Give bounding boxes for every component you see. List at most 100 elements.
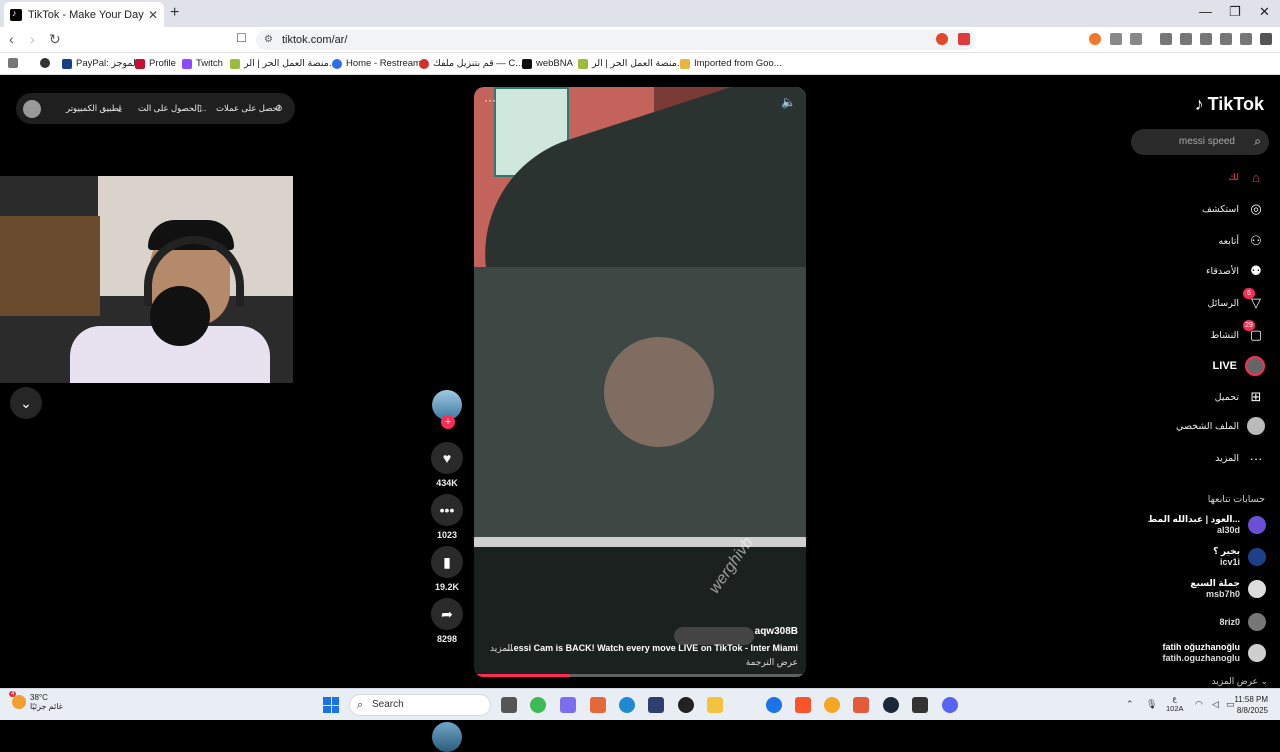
browser-tab[interactable]: TikTok - Make Your Day ✕ — [4, 2, 164, 27]
options-icon[interactable]: ··· — [484, 93, 496, 107]
leo-icon[interactable] — [1220, 33, 1232, 45]
bookmark-download[interactable]: قم بتنزيل ملفك — C... — [419, 58, 523, 69]
search-icon[interactable]: ⌕ — [1254, 134, 1261, 149]
wallet-icon[interactable] — [1200, 33, 1212, 45]
bookmark-imported-folder[interactable]: Imported from Goo... — [680, 58, 782, 69]
media-icon[interactable] — [1160, 33, 1172, 45]
puzzle-icon[interactable] — [1110, 33, 1122, 45]
brave-shield-icon[interactable] — [936, 33, 948, 45]
nav-explore[interactable]: استكشف ◎ — [1202, 198, 1265, 220]
app-icon[interactable] — [853, 697, 869, 713]
desktop-app-link[interactable]: تطبيق الكمبيوتر — [66, 103, 121, 114]
bookmark-freelance-2[interactable]: منصة العمل الحر | الر... — [578, 58, 685, 69]
like-button[interactable]: ♥ 434K — [431, 442, 463, 488]
app-icon[interactable] — [824, 697, 840, 713]
chrome-icon[interactable] — [530, 697, 546, 713]
close-window-icon[interactable]: ✕ — [1259, 4, 1270, 20]
apps-icon[interactable] — [8, 58, 18, 68]
language-indicator[interactable]: ع 102A — [1166, 694, 1184, 714]
bookmark-icon[interactable]: ☐ — [236, 31, 247, 45]
brave-icon[interactable] — [795, 697, 811, 713]
search-input[interactable]: messi speed ⌕ — [1131, 129, 1269, 155]
volume-icon[interactable]: 🔈 — [781, 95, 796, 109]
nav-for-you[interactable]: لك ⌂ — [1228, 166, 1265, 188]
follow-plus-icon[interactable]: + — [441, 415, 455, 429]
volume-icon[interactable]: ◁ — [1212, 699, 1219, 710]
vpn-icon[interactable] — [1240, 33, 1252, 45]
nav-messages[interactable]: الرسائل ▽ 6 — [1208, 288, 1265, 314]
extension-icon[interactable] — [1089, 33, 1101, 45]
store-icon[interactable] — [648, 697, 664, 713]
bookmark-webbna[interactable]: webBNA — [522, 58, 573, 69]
sidebar-icon[interactable] — [1180, 33, 1192, 45]
microphone-icon[interactable]: 🎙 — [1146, 699, 1157, 710]
edge-icon[interactable] — [619, 697, 635, 713]
video-player[interactable]: ··· 🔈 werghivb aqw308B المزيد ...essi Ca… — [474, 87, 806, 677]
new-tab-icon[interactable]: + — [170, 4, 179, 22]
followed-account[interactable]: 8riz0 — [1219, 613, 1266, 631]
nav-activity[interactable]: النشاط ▢ 29 — [1210, 320, 1265, 346]
video-progress-bar[interactable] — [474, 674, 806, 677]
clock[interactable]: 11:58 PM 8/8/2025 — [1234, 694, 1268, 716]
webcam-overlay — [0, 176, 293, 383]
chevron-up-icon[interactable]: ⌃ — [1126, 699, 1134, 710]
brave-rewards-icon[interactable] — [958, 33, 970, 45]
back-icon[interactable]: ‹ — [9, 31, 14, 47]
menu-icon[interactable] — [1260, 33, 1272, 45]
followed-account[interactable]: العود | عبدالله المط... al30d — [1148, 514, 1266, 536]
tiktok-logo[interactable]: ♪ TikTok — [1195, 94, 1264, 115]
close-tab-icon[interactable]: ✕ — [148, 8, 158, 22]
nav-live[interactable]: LIVE — [1213, 355, 1265, 377]
bookmark-restream[interactable]: Home - Restream — [332, 58, 421, 69]
screenshot-icon[interactable] — [1130, 33, 1142, 45]
battery-icon[interactable]: ▭ — [1226, 699, 1235, 710]
chevron-down-icon[interactable]: ⌄ — [10, 387, 42, 419]
obs-icon[interactable] — [678, 697, 694, 713]
file-explorer-icon[interactable] — [707, 697, 723, 713]
url-field[interactable]: ⚙ tiktok.com/ar/ — [256, 30, 976, 50]
forward-icon[interactable]: › — [30, 31, 35, 47]
bookmark-generic[interactable] — [40, 58, 50, 68]
bookmark-freelance-1[interactable]: منصة العمل الحر | الر... — [230, 58, 337, 69]
nav-following[interactable]: أتابعه ⚇ — [1219, 230, 1266, 252]
start-icon[interactable] — [323, 697, 339, 713]
bookmark-profile[interactable]: Profile — [135, 58, 176, 69]
weather-widget[interactable]: 4 38°C غائم جزئيًا — [9, 691, 63, 711]
save-count: 19.2K — [434, 582, 460, 592]
avatar[interactable] — [23, 99, 41, 118]
site-info-icon[interactable]: ⚙ — [264, 30, 273, 50]
followed-account[interactable]: fatih oğuzhanoğlu fatih.oguzhanoglu — [1163, 642, 1266, 664]
translate-link[interactable]: عرض الترجمة — [746, 657, 798, 668]
taskbar-search[interactable]: ⌕ Search — [349, 694, 491, 716]
comment-button[interactable]: ••• 1023 — [431, 494, 463, 540]
followed-account[interactable]: بخير ؟ icv1i — [1213, 546, 1266, 568]
caption-more-link[interactable]: المزيد — [490, 643, 513, 653]
music-disc[interactable] — [432, 722, 462, 752]
task-view-icon[interactable] — [501, 697, 517, 713]
bookmark-paypal[interactable]: PayPal: الموجز — [62, 58, 138, 69]
discord-icon[interactable] — [942, 697, 958, 713]
reload-icon[interactable]: ↻ — [49, 31, 61, 48]
wifi-icon[interactable]: ◠ — [1195, 699, 1203, 710]
video-username[interactable]: aqw308B — [755, 626, 798, 637]
steam-icon[interactable] — [883, 697, 899, 713]
restore-icon[interactable]: ❐ — [1229, 4, 1241, 20]
nav-profile[interactable]: الملف الشخصي — [1176, 415, 1265, 437]
show-more-link[interactable]: عرض المزيد ⌄ — [1212, 676, 1268, 687]
save-button[interactable]: ▮ 19.2K — [431, 546, 463, 592]
microphone — [150, 286, 210, 346]
following-accounts-header: حسابات تتابعها — [1207, 494, 1265, 505]
capcut-icon[interactable] — [912, 697, 928, 713]
nav-more[interactable]: المزيد ··· — [1215, 447, 1265, 469]
nav-upload[interactable]: تحميل ⊞ — [1215, 386, 1265, 408]
share-button[interactable]: ➦ 8298 — [431, 598, 463, 644]
followed-account[interactable]: جملة السبع msb7h0 — [1190, 578, 1266, 600]
nav-friends[interactable]: الأصدقاء ⚉ — [1206, 260, 1265, 282]
app-icon[interactable] — [590, 697, 606, 713]
bookmark-twitch[interactable]: Twitch — [182, 58, 223, 69]
minimize-icon[interactable]: — — [1199, 4, 1212, 19]
app-icon[interactable] — [766, 697, 782, 713]
avatar — [1248, 580, 1266, 598]
get-coins-link[interactable]: احصل على عملات — [216, 103, 280, 114]
copilot-icon[interactable] — [560, 697, 576, 713]
